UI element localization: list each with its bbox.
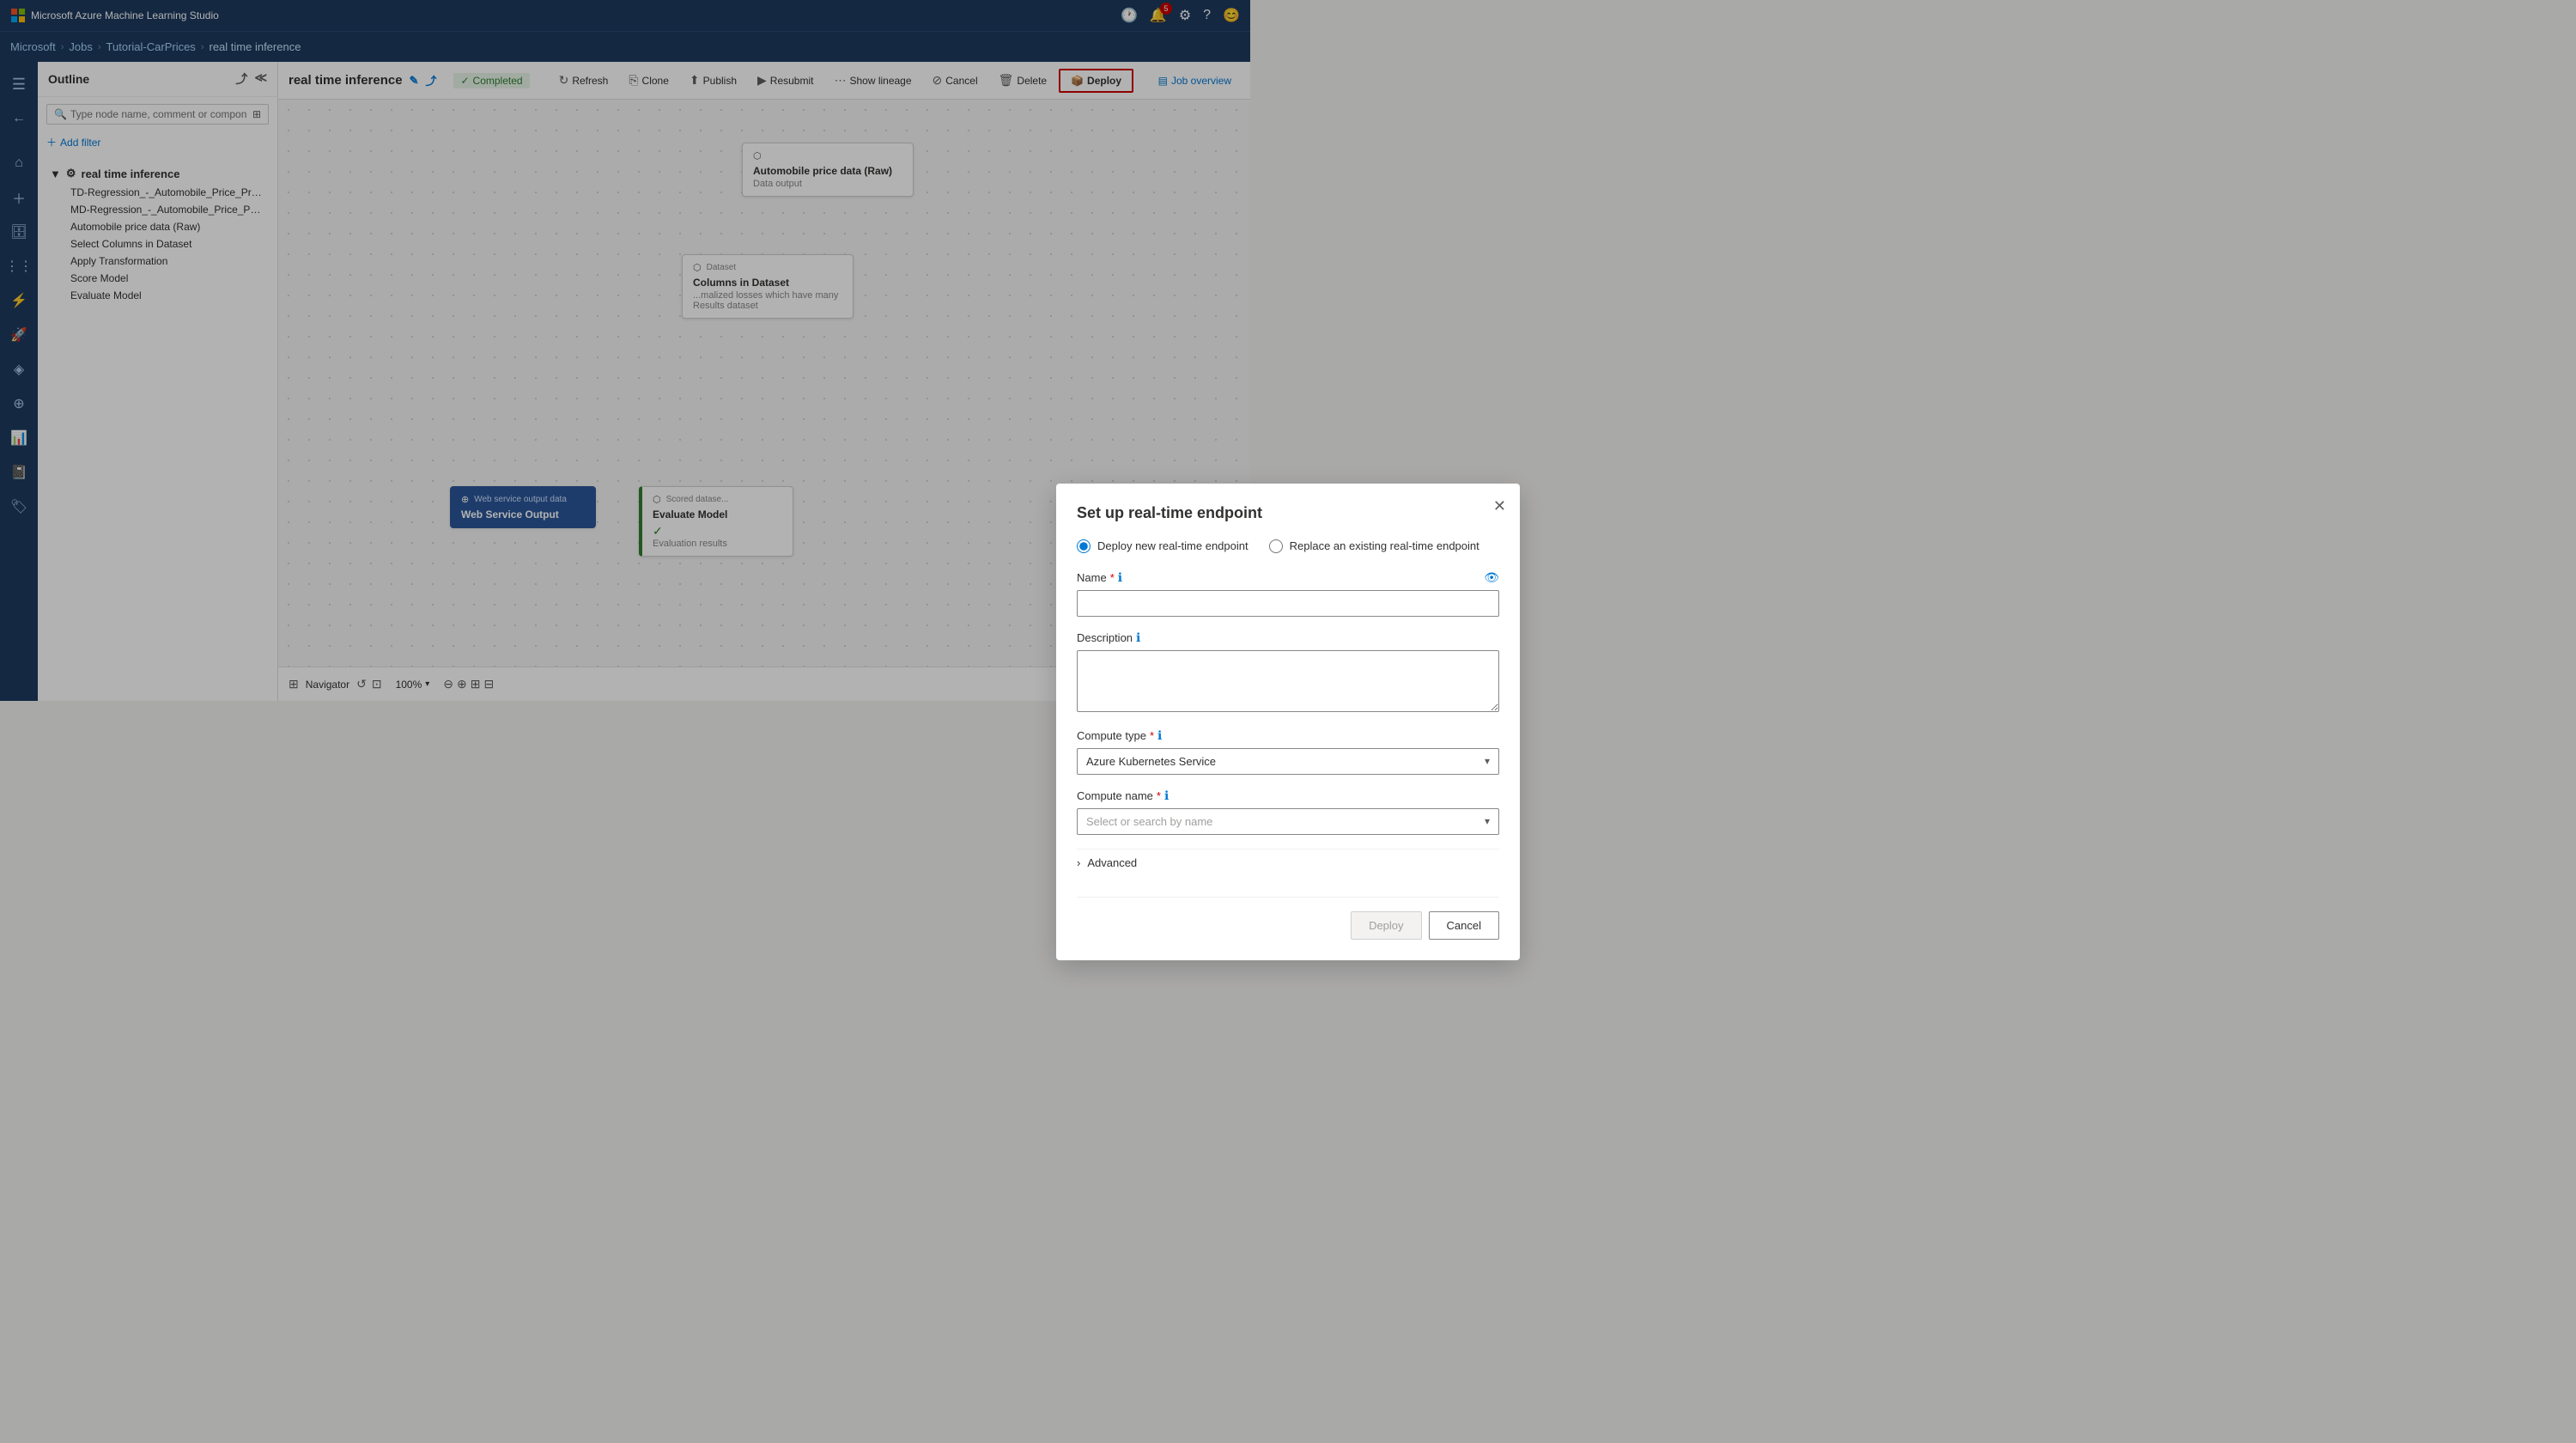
description-field-label: Description ℹ [1077,630,1499,645]
modal-close-button[interactable]: ✕ [1493,497,1506,515]
compute-type-info-icon[interactable]: ℹ [1157,728,1162,743]
advanced-section[interactable]: › Advanced [1077,849,1499,876]
name-eye-icon[interactable]: 👁 [1484,570,1499,585]
radio-new-input[interactable] [1077,539,1091,553]
compute-type-value: Azure Kubernetes Service [1086,755,1216,768]
name-input[interactable] [1077,590,1499,617]
name-field-label-row: Name * ℹ 👁 [1077,570,1499,585]
compute-name-info-icon[interactable]: ℹ [1164,788,1169,803]
compute-type-required: * [1150,729,1154,742]
description-label-text: Description [1077,631,1133,644]
compute-name-select[interactable]: Select or search by name ▾ [1077,808,1499,835]
modal-cancel-button[interactable]: Cancel [1429,911,1499,940]
compute-type-arrow-icon: ▾ [1485,755,1490,767]
name-label-text: Name [1077,571,1107,584]
radio-replace-input[interactable] [1269,539,1283,553]
compute-name-field-group: Compute name * ℹ Select or search by nam… [1077,788,1499,835]
radio-replace-label: Replace an existing real-time endpoint [1290,539,1479,552]
description-field-group: Description ℹ [1077,630,1499,715]
modal-deploy-button[interactable]: Deploy [1351,911,1421,940]
compute-name-label: Compute name * ℹ [1077,788,1499,803]
setup-endpoint-modal: Set up real-time endpoint ✕ Deploy new r… [1056,484,1520,960]
compute-type-select[interactable]: Azure Kubernetes Service ▾ [1077,748,1499,775]
modal-title: Set up real-time endpoint [1077,504,1499,522]
advanced-label: Advanced [1087,856,1137,869]
modal-overlay[interactable]: Set up real-time endpoint ✕ Deploy new r… [0,0,2576,1443]
radio-group: Deploy new real-time endpoint Replace an… [1077,539,1499,553]
compute-type-label-text: Compute type [1077,729,1146,742]
modal-footer: Deploy Cancel [1077,897,1499,940]
description-input[interactable] [1077,650,1499,712]
name-info-icon[interactable]: ℹ [1118,570,1122,585]
compute-type-label: Compute type * ℹ [1077,728,1499,743]
radio-new-label: Deploy new real-time endpoint [1097,539,1249,552]
compute-name-arrow-icon: ▾ [1485,815,1490,827]
compute-name-required: * [1157,789,1161,802]
radio-replace-existing[interactable]: Replace an existing real-time endpoint [1269,539,1479,553]
compute-name-label-text: Compute name [1077,789,1153,802]
radio-deploy-new[interactable]: Deploy new real-time endpoint [1077,539,1249,553]
description-info-icon[interactable]: ℹ [1136,630,1140,645]
name-required-marker: * [1110,571,1115,584]
name-field-group: Name * ℹ 👁 [1077,570,1499,617]
compute-name-placeholder: Select or search by name [1086,815,1212,828]
advanced-expand-icon: › [1077,856,1080,869]
compute-type-field-group: Compute type * ℹ Azure Kubernetes Servic… [1077,728,1499,775]
